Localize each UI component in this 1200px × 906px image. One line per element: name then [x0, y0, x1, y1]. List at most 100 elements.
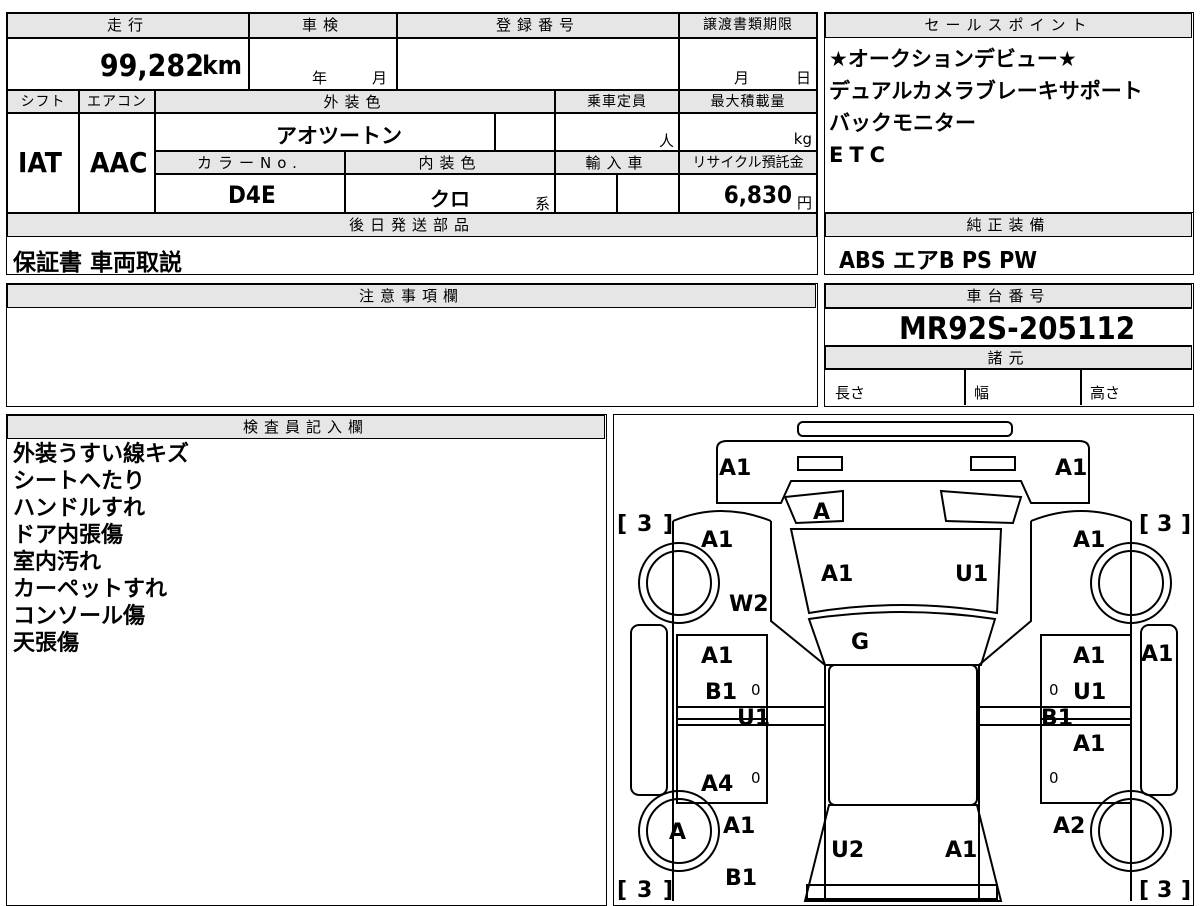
- ac-cell: AAC: [79, 113, 155, 213]
- shift-cell: IAT: [7, 113, 79, 213]
- roof-shape: [828, 664, 978, 806]
- length-cell: 長さ: [825, 369, 965, 405]
- mark-door-rr: A1: [1073, 732, 1105, 757]
- notes-box: 注意事項欄: [6, 283, 818, 407]
- shaken-month: 月: [372, 69, 388, 87]
- headlight-right-shape: [970, 456, 1016, 471]
- mark-fender-rr: A2: [1053, 814, 1085, 839]
- shaken-year: 年: [312, 69, 328, 87]
- deferred-parts-header: 後日発送部品: [7, 213, 817, 237]
- registration-cell: [397, 38, 679, 90]
- front-bumper-shape: [797, 421, 1013, 437]
- mark-hood-left: A1: [821, 562, 853, 587]
- maxload-header: 最大積載量: [679, 90, 817, 113]
- registration-header: 登録番号: [397, 13, 679, 38]
- interior-header: 内装色: [345, 151, 555, 174]
- mark-front-left: A1: [719, 456, 751, 481]
- length-label: 長さ: [835, 384, 866, 402]
- mark-door-fr-2: U1: [1073, 680, 1106, 705]
- sales-points-header: セールスポイント: [825, 13, 1192, 38]
- inspector-header: 検査員記入欄: [7, 415, 605, 439]
- tire-bracket-rl-close: ]: [663, 878, 673, 903]
- exterior-cell: アオツートン: [155, 113, 495, 151]
- chassis-value: MR92S-205112: [899, 311, 1136, 347]
- mark-zero-1: 0: [751, 681, 761, 699]
- import-cell-a: [555, 174, 617, 213]
- inspector-line: カーペットすれ: [13, 577, 168, 602]
- import-header: 輸入車: [555, 151, 679, 174]
- wheel-fl-inner-shape: [646, 550, 712, 616]
- exterior-header: 外装色: [155, 90, 555, 113]
- mark-fender-fr: A1: [1073, 528, 1105, 553]
- capacity-cell: 人: [555, 113, 679, 151]
- mark-door-fl-1: A1: [701, 644, 733, 669]
- transfer-cell: 月 日: [679, 38, 817, 90]
- sales-point-line: デュアルカメラブレーキサポート: [829, 79, 1143, 103]
- interior-suffix: 系: [534, 195, 550, 213]
- car-diagram: A1 A1 A A1 A1 A1 U1 W2 G A1 B1 U1 A4 A1 …: [617, 421, 1191, 903]
- mark-windshield: G: [851, 630, 869, 655]
- capacity-unit: 人: [658, 132, 674, 150]
- color-no-header: カラーNo.: [155, 151, 345, 174]
- mark-side-right: A1: [1141, 642, 1173, 667]
- recycle-header: リサイクル預託金: [679, 151, 817, 174]
- tire-bracket-fr-close: ]: [1181, 512, 1191, 537]
- import-cell-b: [617, 174, 679, 213]
- windshield-shape: [807, 611, 997, 666]
- transfer-deadline-header: 譲渡書類期限: [679, 13, 817, 38]
- mark-zero-2: 0: [751, 769, 761, 787]
- mark-door-rl: A4: [701, 772, 733, 797]
- chassis-box: 車台番号 MR92S-205112 諸元 長さ 幅 高さ: [824, 283, 1194, 407]
- maxload-cell: kg: [679, 113, 817, 151]
- tire-bracket-rl-open: [: [617, 878, 627, 903]
- mileage-unit: km: [202, 51, 242, 81]
- deferred-parts-cell: 保証書 車両取説: [7, 237, 817, 276]
- sales-points-list: ★オークションデビュー★ デュアルカメラブレーキサポート バックモニター ETC: [829, 43, 1143, 171]
- mark-pillar-left: W2: [729, 592, 769, 617]
- rear-bumper-shape: [806, 884, 998, 900]
- inspector-line: シートへたり: [13, 469, 146, 494]
- inspector-line: 外装うすい線キズ: [13, 442, 190, 467]
- height-cell: 高さ: [1081, 369, 1192, 405]
- mark-zero-4: 0: [1049, 769, 1059, 787]
- mark-door-fr-3: B1: [1041, 706, 1073, 731]
- shift-header: シフト: [7, 90, 79, 113]
- notes-header: 注意事項欄: [7, 284, 816, 308]
- shaken-header: 車検: [249, 13, 397, 38]
- standard-equipment-header: 純正装備: [825, 213, 1192, 237]
- headlight-left-shape: [797, 456, 843, 471]
- sales-point-line: ★オークションデビュー★: [829, 47, 1077, 71]
- sales-points-box: セールスポイント ★オークションデビュー★ デュアルカメラブレーキサポート バッ…: [824, 12, 1194, 213]
- mark-roof-rear-left: U2: [831, 838, 864, 863]
- mark-door-fr-1: A1: [1073, 644, 1105, 669]
- mark-roof-rear-right: A1: [945, 838, 977, 863]
- specs-header: 諸元: [825, 346, 1192, 369]
- tire-bracket-fr-open: [: [1139, 512, 1149, 537]
- tire-depth-rl: 3: [637, 878, 652, 903]
- inspector-line: 室内汚れ: [13, 550, 102, 575]
- standard-equipment-value: ABS エアB PS PW: [839, 248, 1038, 274]
- grille-right-shape: [939, 489, 1023, 525]
- inspector-line: 天張傷: [13, 631, 80, 656]
- mark-zero-3: 0: [1049, 681, 1059, 699]
- mark-door-fl-3: U1: [737, 706, 770, 731]
- capacity-header: 乗車定員: [555, 90, 679, 113]
- front-end-shape: [716, 440, 1090, 504]
- inspector-list: 外装うすい線キズ シートへたり ハンドルすれ ドア内張傷 室内汚れ カーペットす…: [13, 441, 189, 657]
- recycle-value: 6,830: [723, 181, 792, 209]
- inspector-line: コンソール傷: [13, 604, 146, 629]
- interior-value: クロ: [430, 187, 470, 211]
- vehicle-info-table: 走行 車検 登録番号 譲渡書類期限 99,282 km 年 月 月 日 シフト …: [6, 12, 818, 276]
- maxload-unit: kg: [793, 130, 812, 148]
- chassis-cell: MR92S-205112: [825, 308, 1192, 347]
- transfer-day: 日: [796, 69, 812, 87]
- wheel-fl-shape: [638, 542, 720, 624]
- exterior-extra-cell: [495, 113, 555, 151]
- chassis-header: 車台番号: [825, 284, 1192, 308]
- mileage-cell: 99,282 km: [7, 38, 249, 90]
- transfer-month: 月: [734, 69, 750, 87]
- side-skirt-left-shape: [630, 624, 668, 796]
- mark-door-fl-2: B1: [705, 680, 737, 705]
- mark-fender-fl: A1: [701, 528, 733, 553]
- sales-point-line: ETC: [829, 143, 892, 167]
